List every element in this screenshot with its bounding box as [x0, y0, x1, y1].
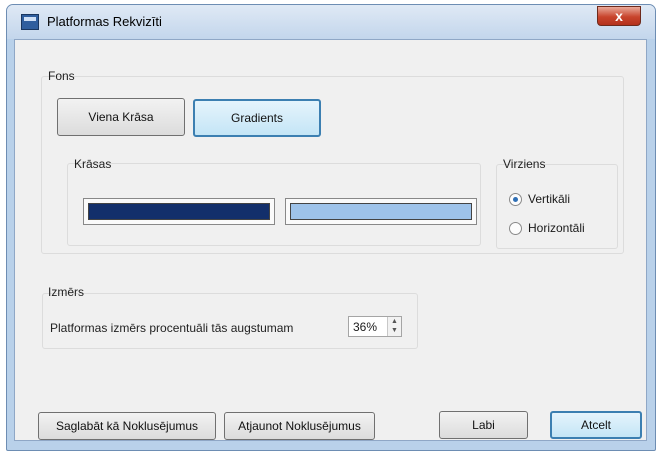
colors-group-label: Krāsas — [74, 157, 112, 171]
ok-button[interactable]: Labi — [439, 411, 528, 439]
close-button[interactable]: x — [597, 6, 641, 26]
direction-group-label: Virziens — [503, 157, 546, 171]
gradient-start-color-swatch[interactable] — [83, 198, 275, 225]
title-bar[interactable]: Platformas Rekvizīti x — [7, 5, 655, 39]
stepper-arrows-icon[interactable]: ▲ ▼ — [387, 317, 401, 336]
gradient-start-color-fill — [88, 203, 270, 220]
size-description-label: Platformas izmērs procentuāli tās augstu… — [50, 321, 294, 335]
gradient-end-color-fill — [290, 203, 472, 220]
properties-dialog: Platformas Rekvizīti x Fons Viena Krāsa … — [6, 4, 656, 451]
restore-defaults-button[interactable]: Atjaunot Noklusējumus — [224, 412, 375, 440]
gradient-button[interactable]: Gradients — [193, 99, 321, 137]
solid-color-button[interactable]: Viena Krāsa — [57, 98, 185, 136]
window-title: Platformas Rekvizīti — [47, 14, 162, 29]
save-as-default-button[interactable]: Saglabāt kā Noklusējumus — [38, 412, 216, 440]
size-percent-stepper[interactable]: 36% ▲ ▼ — [348, 316, 402, 337]
vertical-radio-label[interactable]: Vertikāli — [528, 192, 570, 206]
dialog-body: Fons Viena Krāsa Gradients Krāsas Virzie… — [14, 39, 647, 441]
gradient-end-color-swatch[interactable] — [285, 198, 477, 225]
horizontal-radio-label[interactable]: Horizontāli — [528, 221, 585, 235]
size-group-label: Izmērs — [48, 285, 84, 299]
app-icon — [21, 14, 39, 30]
size-percent-value[interactable]: 36% — [353, 320, 377, 334]
vertical-radio[interactable] — [509, 193, 522, 206]
direction-group — [496, 164, 618, 249]
cancel-button[interactable]: Atcelt — [550, 411, 642, 439]
horizontal-radio[interactable] — [509, 222, 522, 235]
background-group-label: Fons — [48, 69, 75, 83]
